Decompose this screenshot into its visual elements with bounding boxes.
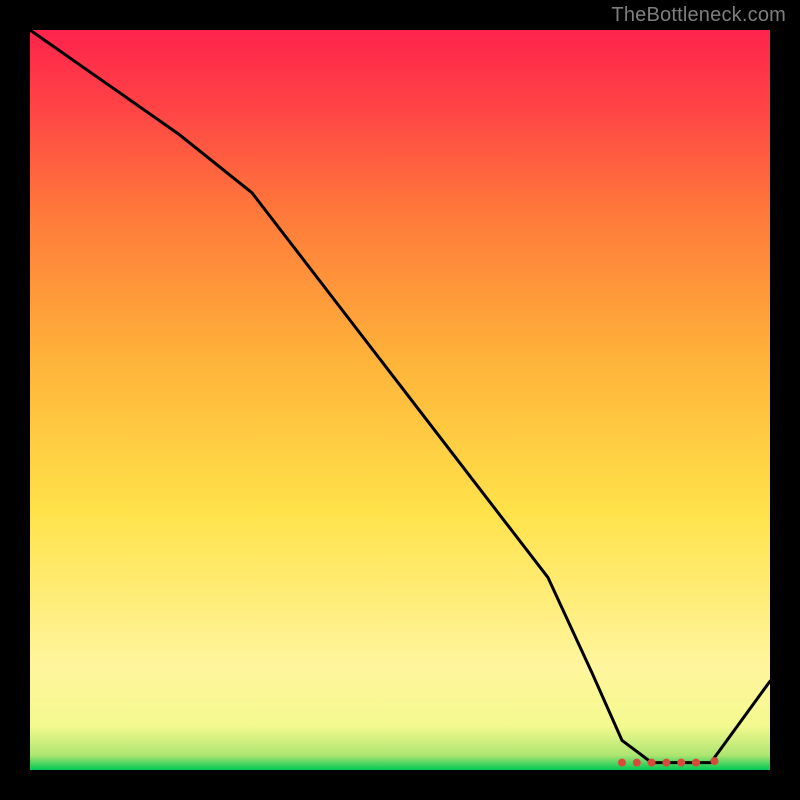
chart-svg: [30, 30, 770, 770]
marker-point: [633, 759, 641, 767]
watermark-label: TheBottleneck.com: [611, 4, 786, 27]
marker-point: [677, 759, 685, 767]
marker-point: [692, 759, 700, 767]
chart-stage: TheBottleneck.com: [0, 0, 800, 800]
marker-point: [662, 759, 670, 767]
marker-point: [711, 757, 719, 765]
chart-background: [30, 30, 770, 770]
marker-point: [618, 759, 626, 767]
plot-area: [30, 30, 770, 770]
marker-point: [648, 759, 656, 767]
